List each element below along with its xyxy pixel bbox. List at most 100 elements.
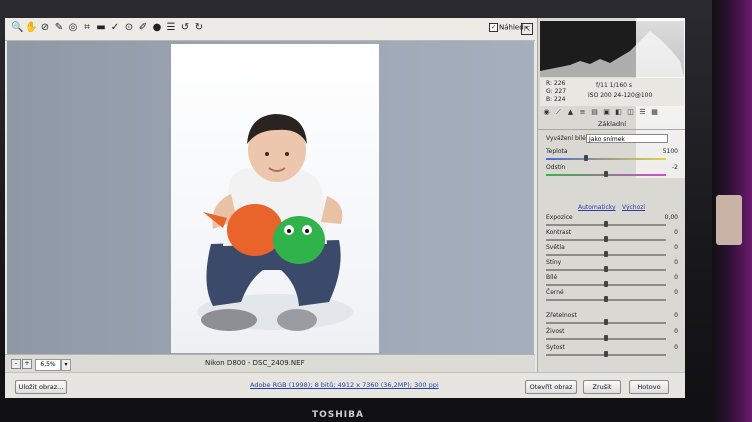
adjustment-slider[interactable] [546,335,666,341]
adjustment-slider[interactable] [546,296,666,302]
temp-label: Teplota [546,148,568,155]
tab-split-icon[interactable]: ▤ [590,108,599,117]
color-sampler-icon[interactable]: ✎ [53,22,65,34]
zoom-tool-icon[interactable]: 🔍 [11,22,23,34]
zoom-out-button[interactable]: - [11,359,21,369]
wb-label: Vyvážení bílé: [546,135,588,142]
tab-lens-icon[interactable]: ▣ [602,108,611,117]
preview-checkbox[interactable]: ✓ Náhled [489,23,524,32]
slider-label: Zřetelnost [546,312,577,319]
slider-value[interactable]: 0 [648,259,678,266]
tint-value[interactable]: -2 [648,164,678,171]
workflow-options-link[interactable]: Adobe RGB (1998); 8 bitů; 4912 x 7360 (3… [250,381,439,389]
auto-link[interactable]: Automaticky [578,204,616,211]
red-eye-icon[interactable]: ⊙ [123,22,135,34]
zoom-dropdown-icon[interactable]: ▾ [61,359,71,371]
slider-value[interactable]: 0 [648,328,678,335]
temp-value[interactable]: 5100 [648,148,678,155]
brush-icon[interactable]: ✐ [137,22,149,34]
tab-curve-icon[interactable]: ⟋ [554,108,563,117]
slider-label: Sytost [546,344,565,351]
cancel-button[interactable]: Zrušit [583,380,621,394]
adjustment-slider[interactable] [546,319,666,325]
panel-tabs: ◉ ⟋ ▲ ≡ ▤ ▣ ◧ ◫ ☰ ▦ [540,107,684,119]
spot-removal-icon[interactable]: ✓ [109,22,121,34]
temp-slider[interactable] [546,155,666,161]
slider-thumb[interactable] [604,281,608,287]
camera-raw-window: 🔍 ✋ ⊘ ✎ ◎ ⌗ ▬ ✓ ⊙ ✐ ● ☰ ↺ ↻ ✓ Náhled ⇱ -… [5,18,685,398]
photo-image [197,114,353,331]
adjustment-slider[interactable] [546,281,666,287]
slider-value[interactable]: 0 [648,229,678,236]
tint-slider[interactable] [546,171,666,177]
image-info: R: 226 G: 227 B: 224 f/11 1/160 s ISO 20… [540,78,684,106]
photo-preview [171,44,379,353]
iso-info: ISO 200 24-120@100 [588,92,653,99]
crop-icon[interactable]: ⌗ [81,22,93,34]
graduated-filter-icon[interactable]: ● [151,22,163,34]
slider-thumb[interactable] [604,351,608,357]
checkbox-icon: ✓ [489,23,498,32]
image-canvas[interactable] [7,41,534,354]
slider-thumb[interactable] [604,251,608,257]
slider-value[interactable]: 0 [648,312,678,319]
slider-value[interactable]: 0,00 [648,214,678,221]
slider-thumb[interactable] [604,319,608,325]
slider-value[interactable]: 0 [648,274,678,281]
tab-detail-icon[interactable]: ▲ [566,108,575,117]
white-balance-icon[interactable]: ⊘ [39,22,51,34]
tab-hsl-icon[interactable]: ≡ [578,108,587,117]
slider-label: Živost [546,328,565,335]
slider-value[interactable]: 0 [648,344,678,351]
slider-thumb[interactable] [604,171,608,177]
rgb-g: G: 227 [546,88,567,95]
adjustment-slider[interactable] [546,351,666,357]
canvas-footer: - + 6,5% ▾ Nikon D800 - DSC_2409.NEF [5,354,535,373]
slider-thumb[interactable] [604,266,608,272]
zoom-level[interactable]: 6,5% [35,359,61,371]
slider-thumb[interactable] [584,155,588,161]
monitor-brand-logo: TOSHIBA [312,410,364,420]
target-adjust-icon[interactable]: ◎ [67,22,79,34]
zoom-in-button[interactable]: + [22,359,32,369]
file-name: Nikon D800 - DSC_2409.NEF [205,359,305,367]
slider-value[interactable]: 0 [648,244,678,251]
straighten-icon[interactable]: ▬ [95,22,107,34]
bottom-bar: Uložit obraz... Adobe RGB (1998); 8 bitů… [5,372,685,398]
tab-presets-icon[interactable]: ☰ [638,108,647,117]
rgb-r: R: 226 [546,80,566,87]
slider-label: Expozice [546,214,573,221]
tab-snapshots-icon[interactable]: ▦ [650,108,659,117]
slider-label: Bílé [546,274,558,281]
tint-label: Odstín [546,164,566,171]
tab-basic-icon[interactable]: ◉ [542,108,551,117]
tab-effects-icon[interactable]: ◧ [614,108,623,117]
slider-thumb[interactable] [604,236,608,242]
wb-select[interactable]: Jako snímek [586,134,668,143]
slider-label: Černé [546,289,564,296]
hand-tool-icon[interactable]: ✋ [25,22,37,34]
slider-thumb[interactable] [604,296,608,302]
rotate-left-icon[interactable]: ↺ [179,22,191,34]
background-object [716,195,742,245]
adjustment-slider[interactable] [546,236,666,242]
adjustment-slider[interactable] [546,266,666,272]
preview-label: Náhled [499,23,524,32]
default-link[interactable]: Výchozí [622,204,645,211]
slider-thumb[interactable] [604,221,608,227]
exposure-info: f/11 1/160 s [596,82,632,89]
rotate-right-icon[interactable]: ↻ [193,22,205,34]
slider-value[interactable]: 0 [648,289,678,296]
save-image-button[interactable]: Uložit obraz... [15,380,67,394]
slider-label: Stíny [546,259,562,266]
open-image-button[interactable]: Otevřít obraz [525,380,577,394]
adjustments-panel: R: 226 G: 227 B: 224 f/11 1/160 s ISO 20… [537,18,685,372]
adjustment-slider[interactable] [546,251,666,257]
done-button[interactable]: Hotovo [629,380,669,394]
section-title: Základní [538,120,685,130]
fullscreen-button[interactable]: ⇱ [521,23,533,35]
list-icon[interactable]: ☰ [165,22,177,34]
adjustment-slider[interactable] [546,221,666,227]
tab-camera-icon[interactable]: ◫ [626,108,635,117]
slider-thumb[interactable] [604,335,608,341]
